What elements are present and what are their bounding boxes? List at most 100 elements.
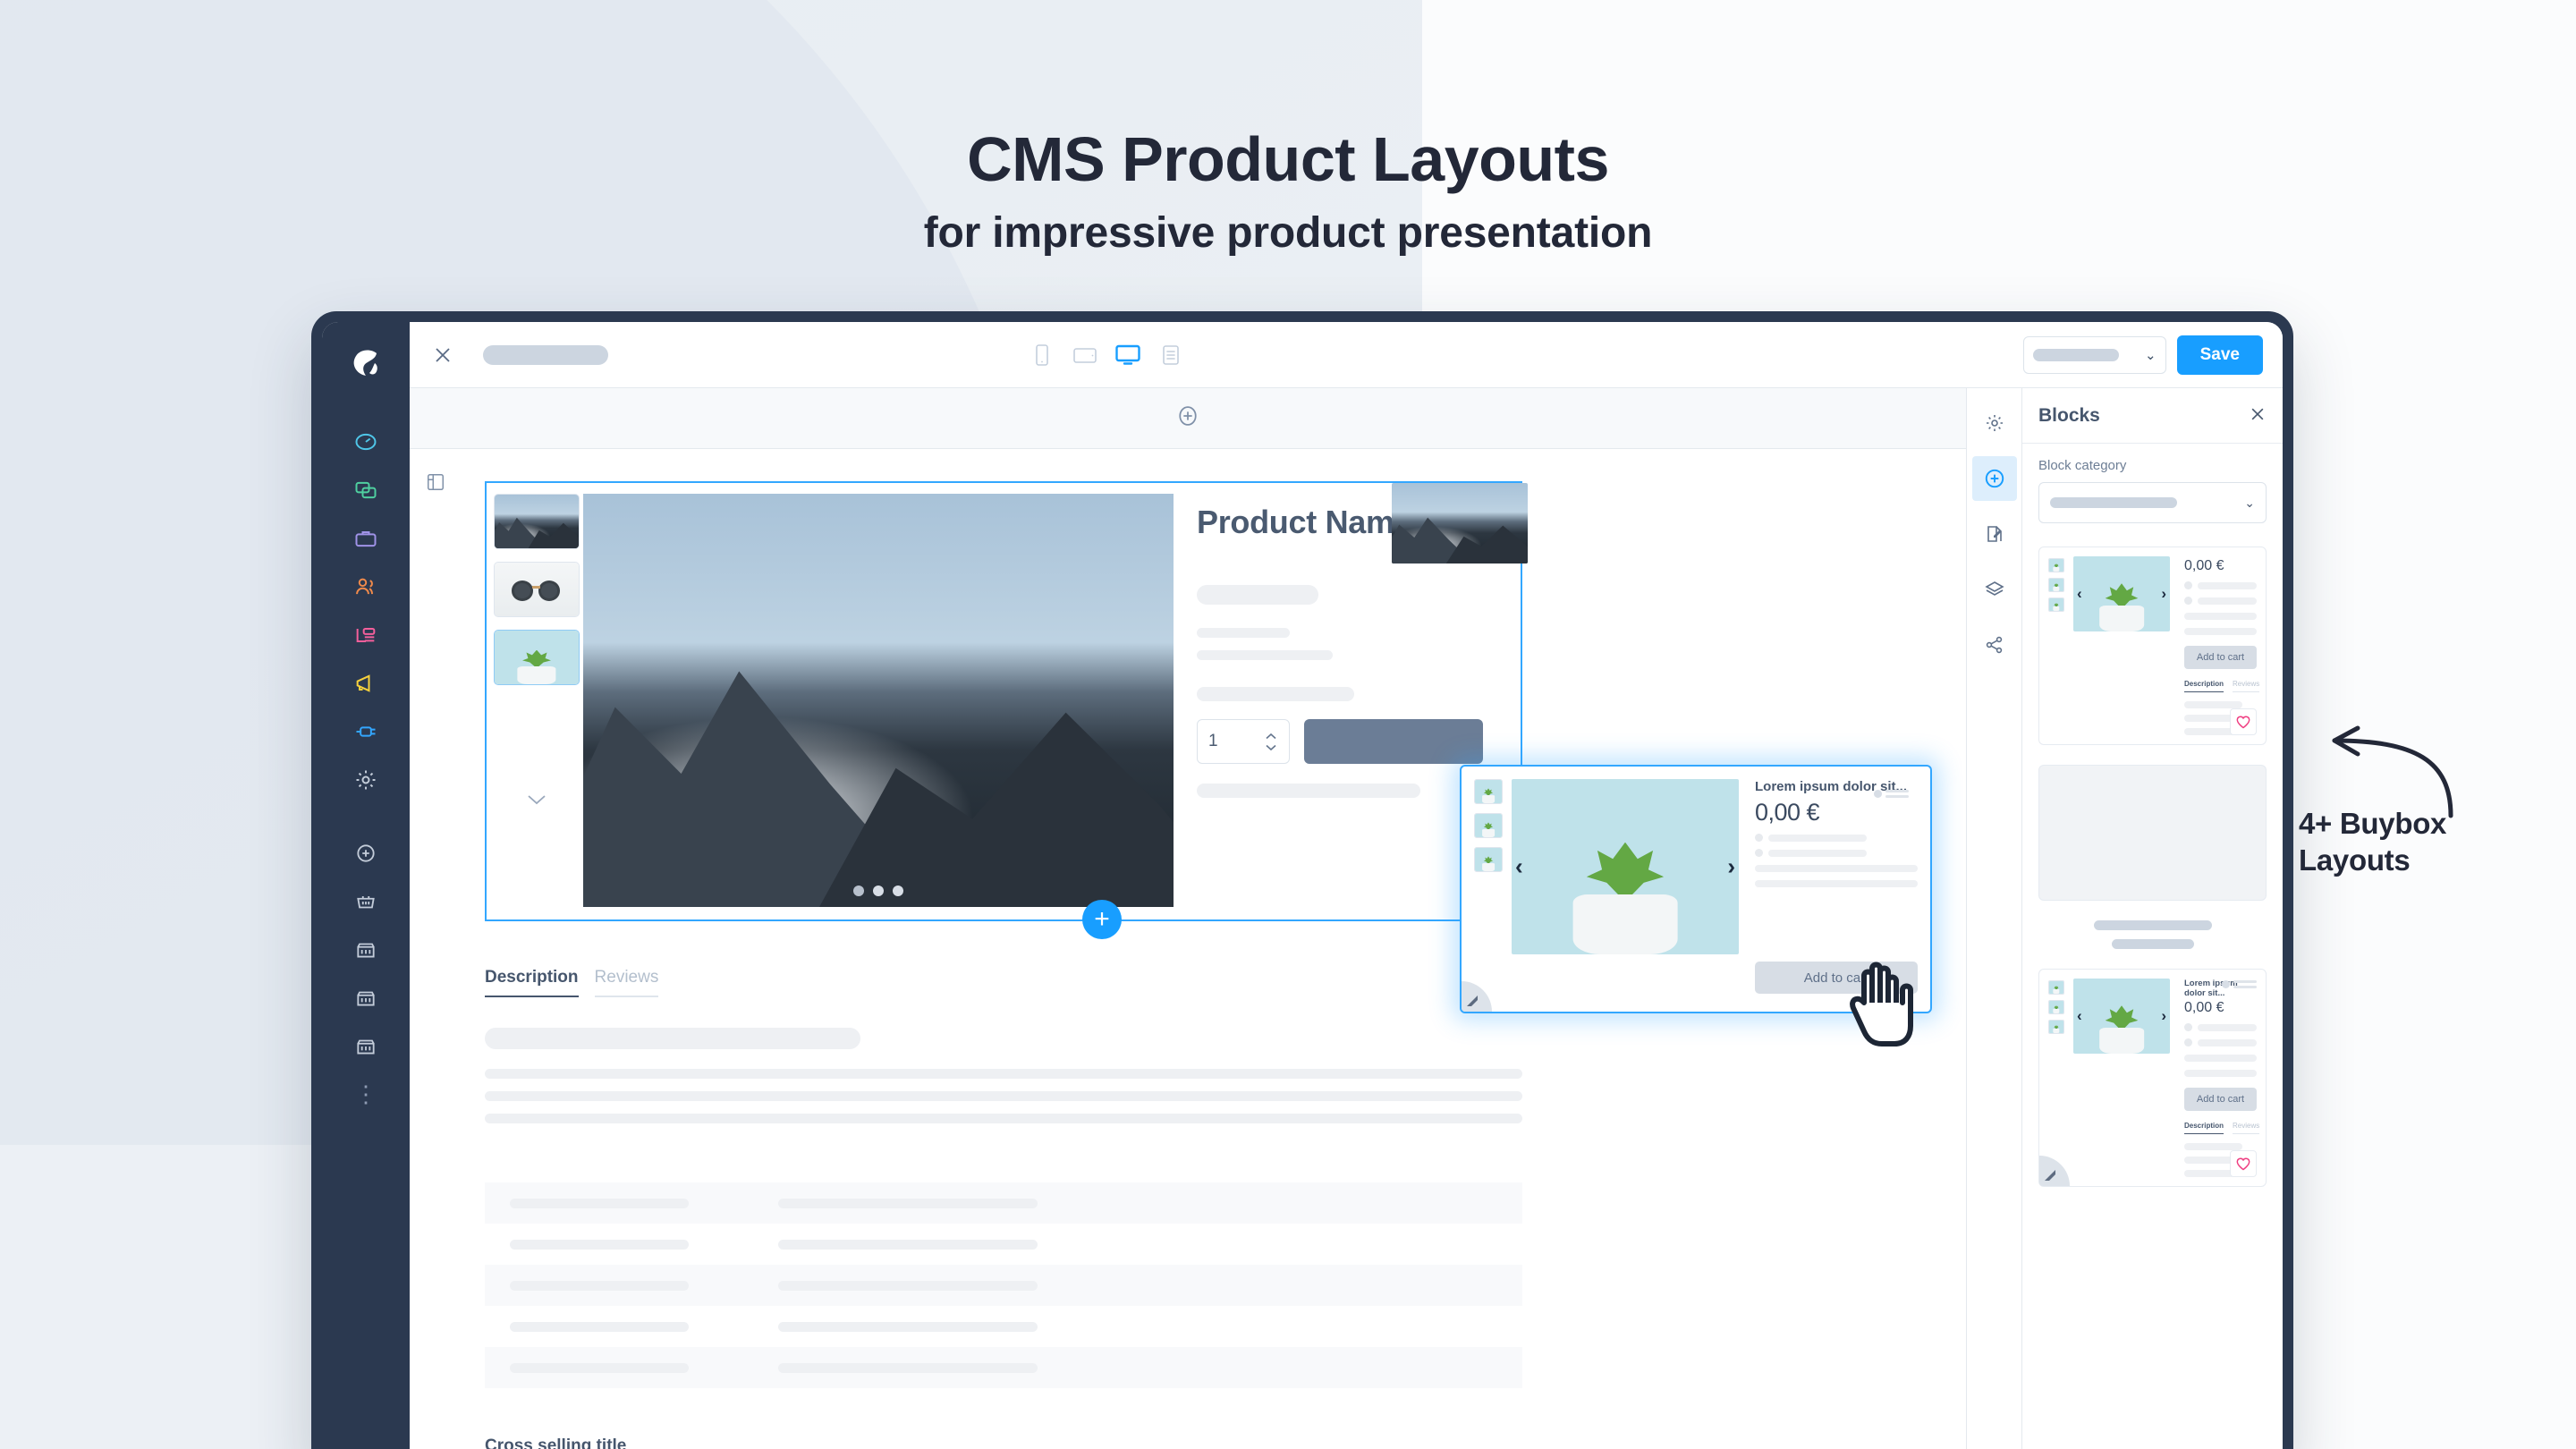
layers-icon[interactable]: [1972, 567, 2017, 612]
chevron-right-icon[interactable]: ›: [2161, 585, 2166, 603]
insert-block-button[interactable]: +: [1082, 900, 1122, 939]
detail-skeleton: [1197, 650, 1333, 661]
layout-type-select[interactable]: ⌄: [2022, 335, 2166, 374]
table-row: [485, 1224, 1522, 1265]
quantity-stepper[interactable]: 1: [1197, 719, 1290, 765]
heart-icon[interactable]: [2230, 1150, 2257, 1178]
heart-icon[interactable]: [2230, 708, 2257, 735]
property-table: [485, 1182, 1522, 1388]
sidebar-item-add-sales-channel[interactable]: [343, 830, 389, 877]
annotation-line-1: 4+ Buybox: [2299, 807, 2447, 840]
canvas-gutter: [410, 449, 462, 1449]
carousel-dots[interactable]: [853, 886, 903, 896]
mountain-thumbnail[interactable]: [494, 494, 580, 549]
quantity-row: 1: [1197, 719, 1521, 765]
sunglasses-thumbnail[interactable]: [494, 562, 580, 617]
chevron-down-icon[interactable]: [494, 792, 580, 811]
blocks-panel: Blocks Block category ⌄ ‹ › 0,00 € Add t…: [2021, 388, 2283, 1449]
layout-name-field[interactable]: [483, 344, 608, 365]
tab-reviews[interactable]: Reviews: [594, 968, 659, 997]
table-row: [485, 1265, 1522, 1306]
sidebar-item-settings[interactable]: [343, 757, 389, 803]
tablet-icon[interactable]: [1070, 340, 1100, 370]
grab-hand-cursor-icon: [1850, 962, 1913, 1046]
block-category-value: [2050, 497, 2177, 508]
add-to-cart-button[interactable]: Add to cart: [2184, 646, 2257, 669]
carousel-dot[interactable]: [893, 886, 903, 896]
shipping-skeleton: [1197, 784, 1420, 799]
page-subtitle: for impressive product presentation: [923, 209, 1653, 257]
chevron-right-icon[interactable]: ›: [2161, 1007, 2166, 1025]
mini-thumbnails: [1474, 779, 1504, 999]
plant-thumbnail[interactable]: [494, 630, 580, 685]
ghost-skeleton-lines: [2038, 920, 2267, 949]
block-category-select[interactable]: ⌄: [2038, 482, 2267, 523]
annotation-line-2: Layouts: [2299, 843, 2411, 877]
tab-reviews[interactable]: Reviews: [2233, 1122, 2260, 1135]
tab-reviews[interactable]: Reviews: [2233, 680, 2260, 692]
plus-circle-icon[interactable]: [1971, 456, 2017, 501]
close-icon[interactable]: [2249, 405, 2267, 427]
quantity-value: 1: [1208, 732, 1218, 751]
detail-skeleton: [1197, 687, 1354, 702]
sidebar-item-dashboard[interactable]: [343, 419, 389, 465]
sidebar-item-marketing[interactable]: [343, 660, 389, 707]
editor-topbar: ⌄ Save: [410, 322, 2283, 388]
admin-sidebar: ⋮: [322, 322, 410, 1449]
rating-placeholder: [2222, 980, 2257, 988]
shopware-logo-icon[interactable]: [341, 338, 391, 388]
sidebar-item-orders[interactable]: [343, 515, 389, 562]
blocks-list[interactable]: ‹ › 0,00 € Add to cart Description Revie…: [2022, 523, 2283, 1449]
layout-type-value: [2032, 348, 2119, 361]
secondary-image: [1392, 483, 1528, 564]
sidebar-item-sales-channel-2[interactable]: [343, 975, 389, 1021]
layout-sidebar-icon[interactable]: [426, 472, 445, 1449]
sidebar-item-catalogues[interactable]: [343, 467, 389, 513]
sidebar-item-sales-channel-3[interactable]: [343, 1023, 389, 1070]
sidebar-item-extensions[interactable]: [343, 708, 389, 755]
buybox-block-2-placeholder[interactable]: [2038, 765, 2267, 901]
quantity-arrows[interactable]: [1264, 733, 1278, 751]
save-button[interactable]: Save: [2176, 335, 2263, 375]
editor-main: ⌄ Save Product Name 1 + Description Revi…: [410, 322, 2283, 1449]
buybox-block-3[interactable]: ‹ › Lorem ipsum dolor sit... 0,00 € Add …: [2038, 969, 2267, 1188]
more-vertical-icon[interactable]: ⋮: [354, 1082, 377, 1105]
mini-hero-image: ‹ ›: [1512, 779, 1739, 954]
sidebar-item-content[interactable]: [343, 612, 389, 658]
close-icon[interactable]: [424, 336, 462, 374]
description-line-skeleton: [485, 1114, 1522, 1123]
mobile-icon[interactable]: [1027, 340, 1057, 370]
detail-skeleton: [1197, 628, 1290, 639]
edit-note-icon[interactable]: [1972, 512, 2017, 556]
add-to-cart-button[interactable]: [1304, 719, 1483, 765]
price: 0,00 €: [1755, 799, 1820, 826]
tab-description[interactable]: Description: [2184, 1122, 2224, 1135]
sidebar-item-customers[interactable]: [343, 564, 389, 610]
share-icon[interactable]: [1972, 623, 2017, 667]
plus-circle-outline-icon[interactable]: [1175, 403, 1200, 433]
buybox-block-1[interactable]: ‹ › 0,00 € Add to cart Description Revie…: [2038, 547, 2267, 745]
tab-description[interactable]: Description: [2184, 680, 2224, 692]
chevron-left-icon[interactable]: ‹: [2077, 1007, 2082, 1025]
app-inner: ⋮ ⌄ Save Product Name 1 + Description Re…: [322, 322, 2283, 1449]
sidebar-item-storefront-basket[interactable]: [343, 878, 389, 925]
carousel-dot[interactable]: [853, 886, 864, 896]
editor-side-rail: [1966, 388, 2021, 1449]
add-to-cart-button[interactable]: Add to cart: [2184, 1088, 2257, 1112]
tab-description[interactable]: Description: [485, 968, 579, 997]
list-view-icon[interactable]: [1156, 340, 1186, 370]
chevron-right-icon[interactable]: ›: [1727, 853, 1735, 881]
product-section[interactable]: Product Name 1 +: [485, 481, 1528, 939]
chevron-left-icon[interactable]: ‹: [1515, 853, 1523, 881]
chevron-left-icon[interactable]: ‹: [2077, 585, 2082, 603]
carousel-dot[interactable]: [873, 886, 884, 896]
desktop-icon[interactable]: [1113, 340, 1143, 370]
gear-icon[interactable]: [1972, 401, 2017, 445]
chevron-down-icon: ⌄: [2244, 495, 2255, 510]
blocks-panel-title: Blocks: [2038, 404, 2100, 426]
description-line-skeleton: [485, 1091, 1522, 1101]
gallery-hero-image[interactable]: [583, 494, 1174, 907]
chevron-down-icon: ⌄: [2145, 347, 2157, 363]
sidebar-item-sales-channel-1[interactable]: [343, 927, 389, 973]
cross-selling-title: Cross selling title: [485, 1436, 626, 1449]
